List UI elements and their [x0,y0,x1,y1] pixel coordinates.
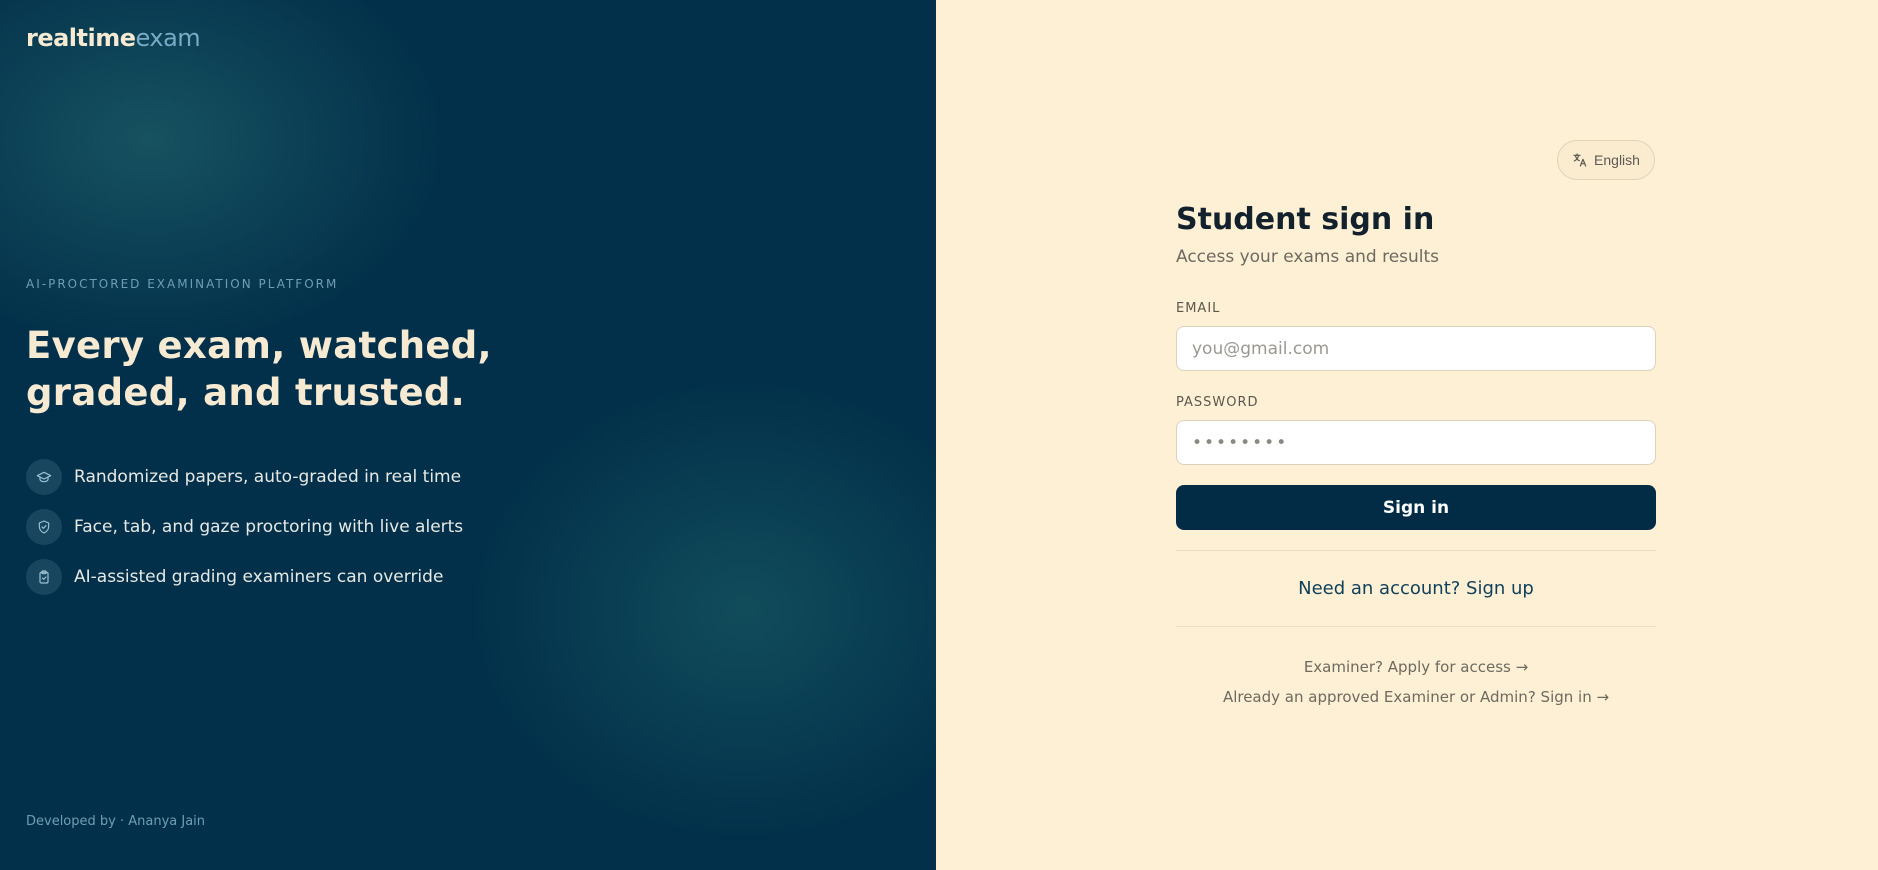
feature-item: AI-assisted grading examiners can overri… [26,559,463,595]
language-label: English [1594,152,1640,168]
brand-logo[interactable]: realtimeexam [26,24,201,52]
brand-name-secondary: exam [135,24,201,52]
hero-panel: realtimeexam AI-PROCTORED EXAMINATION PL… [0,0,936,870]
admin-signin-link[interactable]: Already an approved Examiner or Admin? S… [1176,688,1656,706]
form-subtitle: Access your exams and results [1176,247,1440,267]
hero-headline: Every exam, watched, graded, and trusted… [26,324,492,414]
signin-panel: English Student sign in Access your exam… [936,0,1878,870]
feature-list: Randomized papers, auto-graded in real t… [26,459,463,609]
clipboard-check-icon [26,559,62,595]
password-label: PASSWORD [1176,395,1259,410]
form-title: Student sign in [1176,202,1435,237]
email-field[interactable] [1176,326,1656,371]
shield-check-icon [26,509,62,545]
signup-link[interactable]: Need an account? Sign up [1176,578,1656,599]
translate-icon [1573,153,1587,167]
feature-text: Randomized papers, auto-graded in real t… [74,467,462,487]
feature-text: AI-assisted grading examiners can overri… [74,567,444,587]
divider [1176,626,1656,627]
developer-credit: Developed by · Ananya Jain [26,814,206,829]
language-selector[interactable]: English [1557,140,1655,180]
password-field[interactable] [1176,420,1656,465]
examiner-apply-link[interactable]: Examiner? Apply for access → [1176,658,1656,676]
email-label: EMAIL [1176,301,1221,316]
graduation-cap-icon [26,459,62,495]
hero-eyebrow: AI-PROCTORED EXAMINATION PLATFORM [26,277,339,291]
feature-text: Face, tab, and gaze proctoring with live… [74,517,464,537]
feature-item: Randomized papers, auto-graded in real t… [26,459,463,495]
divider [1176,550,1656,551]
brand-name-primary: realtime [26,24,136,52]
signin-form: Student sign in Access your exams and re… [1176,200,1656,706]
signin-button[interactable]: Sign in [1176,485,1656,530]
feature-item: Face, tab, and gaze proctoring with live… [26,509,463,545]
